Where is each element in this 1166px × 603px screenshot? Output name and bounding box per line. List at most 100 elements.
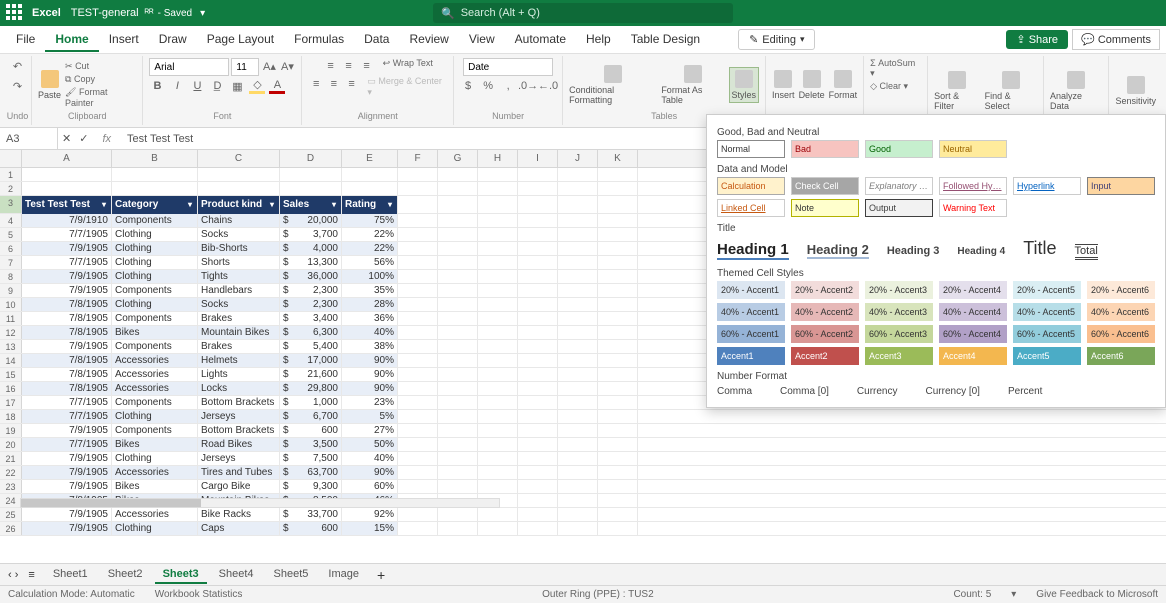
cell[interactable]: Brakes xyxy=(198,340,280,353)
sort-filter-button[interactable]: Sort & Filter xyxy=(934,71,981,111)
comments-button[interactable]: 💬 Comments xyxy=(1072,29,1160,50)
fill-color-button[interactable]: ◇ xyxy=(249,78,265,94)
cell[interactable]: Components xyxy=(112,312,198,325)
cell[interactable]: 7/9/1905 xyxy=(22,480,112,493)
cell[interactable]: $4,000 xyxy=(280,242,342,255)
cell[interactable]: Accessories xyxy=(112,466,198,479)
cell[interactable]: 56% xyxy=(342,256,398,269)
number-format-select[interactable] xyxy=(463,58,553,76)
style-title[interactable]: Title xyxy=(1023,238,1056,259)
cell[interactable]: 90% xyxy=(342,466,398,479)
sheet-tab[interactable]: Sheet1 xyxy=(45,566,96,584)
cell[interactable]: Socks xyxy=(198,298,280,311)
cell[interactable]: Components xyxy=(112,396,198,409)
cell[interactable]: 7/8/1905 xyxy=(22,326,112,339)
ribbon-tab-draw[interactable]: Draw xyxy=(149,28,197,52)
cell[interactable]: Caps xyxy=(198,522,280,535)
style-swatch[interactable]: Check Cell xyxy=(791,177,859,195)
cell[interactable]: $3,700 xyxy=(280,228,342,241)
cell[interactable]: Chains xyxy=(198,214,280,227)
percent-icon[interactable]: % xyxy=(480,78,496,94)
cell[interactable]: 7/9/1905 xyxy=(22,340,112,353)
cell[interactable]: $6,300 xyxy=(280,326,342,339)
cell[interactable]: Clothing xyxy=(112,270,198,283)
cell[interactable]: $36,000 xyxy=(280,270,342,283)
style-swatch[interactable]: Neutral xyxy=(939,140,1007,158)
cell[interactable]: 7/8/1905 xyxy=(22,298,112,311)
style-swatch[interactable]: 60% - Accent4 xyxy=(939,325,1007,343)
style-swatch[interactable]: Accent2 xyxy=(791,347,859,365)
cell[interactable]: 38% xyxy=(342,340,398,353)
fx-icon[interactable]: fx xyxy=(92,133,121,145)
style-swatch[interactable]: Accent3 xyxy=(865,347,933,365)
ribbon-tab-data[interactable]: Data xyxy=(354,28,399,52)
cell[interactable]: Bottom Brackets xyxy=(198,396,280,409)
currency-icon[interactable]: $ xyxy=(460,78,476,94)
feedback-link[interactable]: Give Feedback to Microsoft xyxy=(1036,589,1158,600)
cell-styles-button[interactable]: Styles xyxy=(729,67,760,103)
search-input[interactable]: 🔍 Search (Alt + Q) xyxy=(433,3,733,23)
cell[interactable]: 7/8/1905 xyxy=(22,312,112,325)
add-sheet-button[interactable]: + xyxy=(377,567,385,583)
style-swatch[interactable]: 40% - Accent3 xyxy=(865,303,933,321)
style-swatch[interactable]: 20% - Accent3 xyxy=(865,281,933,299)
cell[interactable]: Bikes xyxy=(112,438,198,451)
align-top-icon[interactable]: ≡ xyxy=(323,58,339,74)
name-box[interactable]: A3 xyxy=(0,128,58,149)
column-header[interactable]: A xyxy=(22,150,112,167)
cell[interactable]: 7/7/1905 xyxy=(22,396,112,409)
increase-decimal-icon[interactable]: .0→ xyxy=(520,78,536,94)
formula-input[interactable]: Test Test Test xyxy=(121,133,199,145)
style-swatch[interactable]: Good xyxy=(865,140,933,158)
ribbon-tab-review[interactable]: Review xyxy=(399,28,458,52)
style-swatch[interactable]: Note xyxy=(791,199,859,217)
cell[interactable]: $1,000 xyxy=(280,396,342,409)
style-swatch[interactable]: 40% - Accent5 xyxy=(1013,303,1081,321)
style-swatch[interactable]: Input xyxy=(1087,177,1155,195)
style-swatch[interactable]: Bad xyxy=(791,140,859,158)
cell[interactable]: Clothing xyxy=(112,522,198,535)
cell[interactable]: Socks xyxy=(198,228,280,241)
cell[interactable]: 22% xyxy=(342,228,398,241)
style-swatch[interactable]: 20% - Accent5 xyxy=(1013,281,1081,299)
cell[interactable]: 50% xyxy=(342,438,398,451)
cell[interactable]: $20,000 xyxy=(280,214,342,227)
cell[interactable]: Jerseys xyxy=(198,410,280,423)
format-as-table-button[interactable]: Format As Table xyxy=(661,65,724,105)
cell[interactable]: 7/9/1905 xyxy=(22,242,112,255)
style-swatch[interactable]: 60% - Accent3 xyxy=(865,325,933,343)
cell[interactable]: 40% xyxy=(342,452,398,465)
cell[interactable]: Shorts xyxy=(198,256,280,269)
cell[interactable]: $3,400 xyxy=(280,312,342,325)
sheet-tab[interactable]: Sheet4 xyxy=(211,566,262,584)
cell[interactable]: $33,700 xyxy=(280,508,342,521)
app-launcher-icon[interactable] xyxy=(6,4,24,22)
copy-button[interactable]: ⧉ Copy xyxy=(65,74,136,85)
style-heading2[interactable]: Heading 2 xyxy=(807,242,869,259)
cell[interactable]: Road Bikes xyxy=(198,438,280,451)
cell[interactable]: Accessories xyxy=(112,508,198,521)
style-swatch[interactable]: 20% - Accent1 xyxy=(717,281,785,299)
style-number-format[interactable]: Percent xyxy=(1008,386,1042,397)
increase-font-icon[interactable]: A▴ xyxy=(261,58,277,74)
bold-button[interactable]: B xyxy=(149,78,165,94)
cut-button[interactable]: ✂ Cut xyxy=(65,61,136,72)
cell[interactable]: $6,700 xyxy=(280,410,342,423)
cell[interactable]: Locks xyxy=(198,382,280,395)
ribbon-tab-file[interactable]: File xyxy=(6,28,45,52)
cell[interactable]: Clothing xyxy=(112,410,198,423)
undo-icon[interactable]: ↶ xyxy=(10,58,26,74)
style-swatch[interactable]: 40% - Accent1 xyxy=(717,303,785,321)
style-swatch[interactable]: 40% - Accent6 xyxy=(1087,303,1155,321)
workbook-stats[interactable]: Workbook Statistics xyxy=(155,589,243,600)
cell[interactable]: Bike Racks xyxy=(198,508,280,521)
ribbon-tab-view[interactable]: View xyxy=(459,28,505,52)
sheet-tab[interactable]: Sheet2 xyxy=(100,566,151,584)
cell[interactable]: $2,300 xyxy=(280,284,342,297)
column-header[interactable]: E xyxy=(342,150,398,167)
chevron-down-icon[interactable]: ▾ xyxy=(1011,589,1016,600)
paste-button[interactable]: Paste xyxy=(38,70,61,100)
style-swatch[interactable]: Linked Cell xyxy=(717,199,785,217)
analyze-data-button[interactable]: Analyze Data xyxy=(1050,71,1102,111)
conditional-formatting-button[interactable]: Conditional Formatting xyxy=(569,65,657,105)
